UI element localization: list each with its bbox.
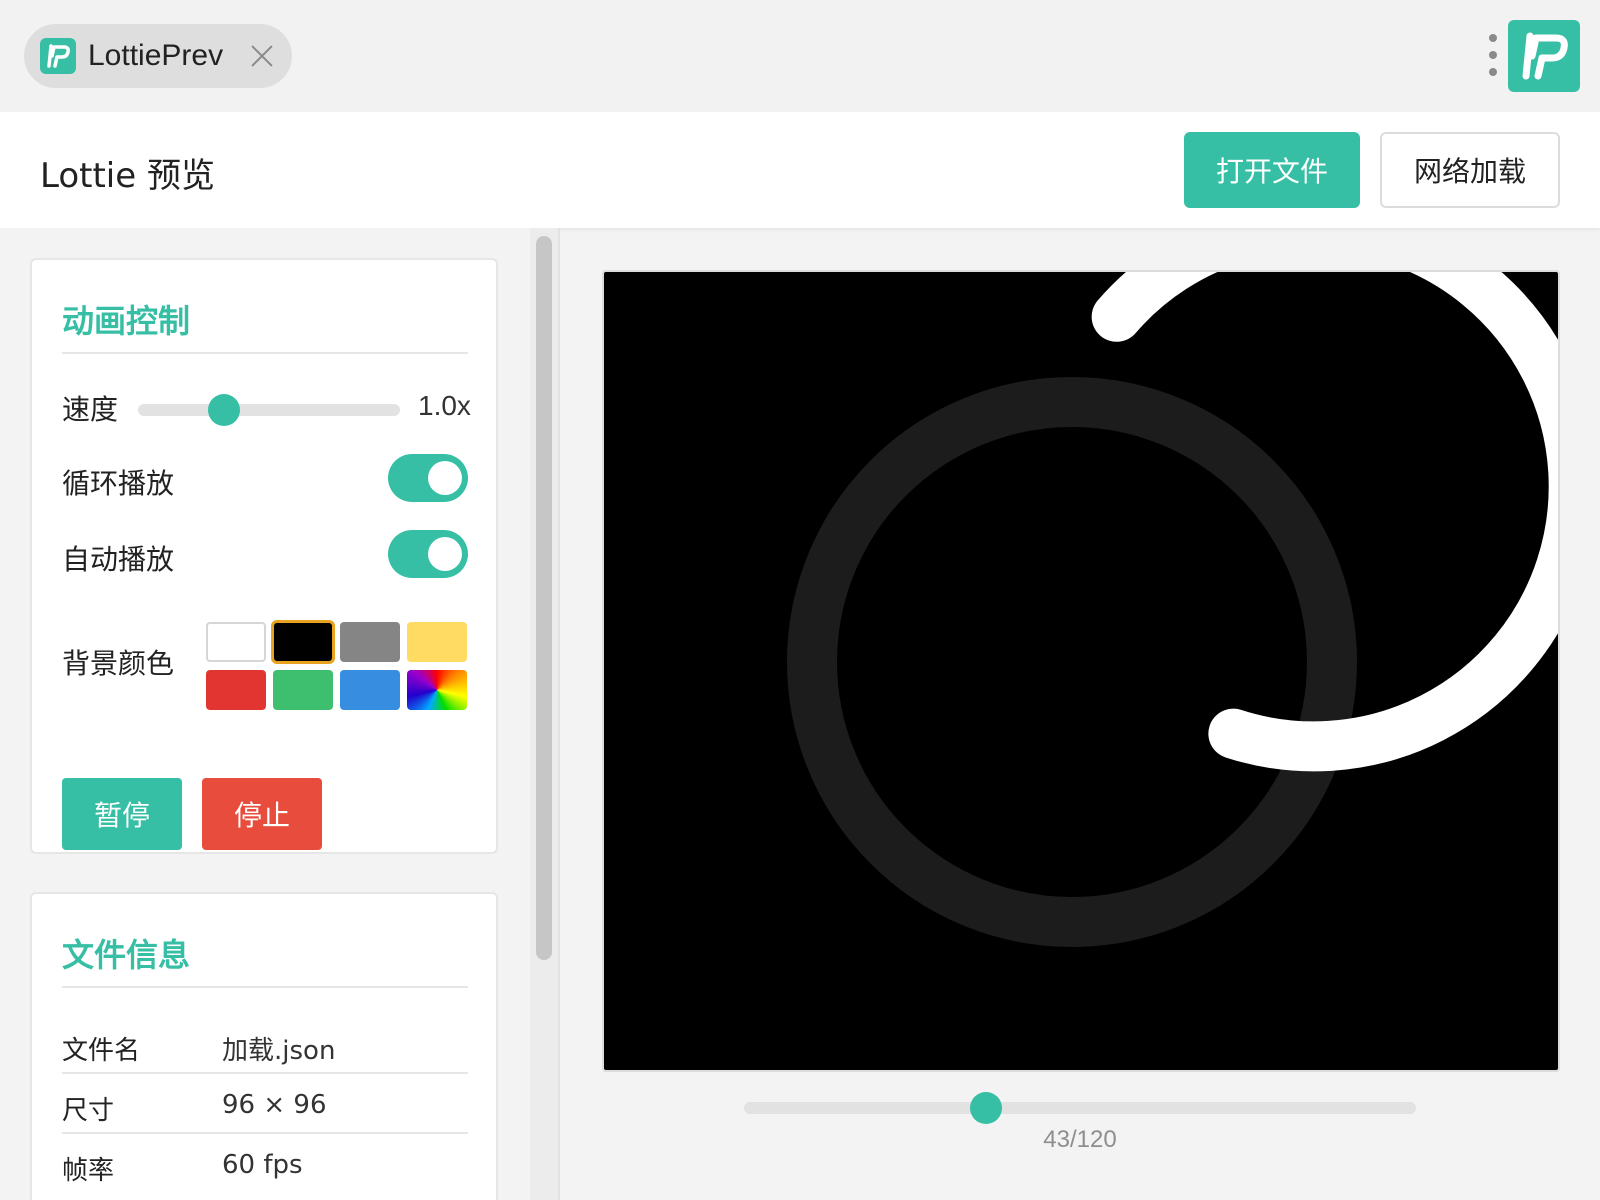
animation-control-card: 动画控制 速度 1.0x 循环播放 自动播放 背景颜色 暂停 停止	[30, 258, 498, 854]
page-header: Lottie 预览 打开文件 网络加载	[0, 112, 1600, 228]
loop-label: 循环播放	[62, 467, 175, 500]
swatch-green[interactable]	[273, 670, 333, 710]
control-sidebar: 动画控制 速度 1.0x 循环播放 自动播放 背景颜色 暂停 停止 文件信息 文…	[0, 228, 530, 1200]
app-logo-icon[interactable]	[1508, 20, 1580, 92]
file-info-card: 文件信息 文件名 加载.json 尺寸 96 × 96 帧率 60 fps	[30, 892, 498, 1200]
swatch-rainbow[interactable]	[407, 670, 467, 710]
pause-button[interactable]: 暂停	[62, 778, 182, 850]
lottieprev-logo-icon	[40, 38, 76, 74]
open-file-button[interactable]: 打开文件	[1184, 132, 1360, 208]
tab-lottieprev[interactable]: LottiePrev	[24, 24, 292, 88]
tab-bar: LottiePrev	[0, 0, 1600, 112]
speed-slider[interactable]	[138, 394, 400, 426]
background-color-label: 背景颜色	[62, 647, 175, 680]
more-menu-icon[interactable]	[1488, 34, 1498, 76]
close-icon[interactable]	[248, 42, 276, 70]
autoplay-toggle[interactable]	[388, 530, 468, 578]
swatch-yellow[interactable]	[407, 622, 467, 662]
swatch-black[interactable]	[271, 620, 335, 664]
swatch-red[interactable]	[206, 670, 266, 710]
timeline-slider-thumb[interactable]	[969, 1092, 1002, 1124]
stop-button[interactable]: 停止	[202, 778, 322, 850]
info-key: 尺寸	[62, 1096, 115, 1126]
info-value: 加载.json	[222, 1036, 336, 1066]
loading-ring-animation	[787, 201, 1599, 947]
timeline-slider[interactable]	[744, 1092, 1416, 1124]
speed-value: 1.0x	[418, 390, 471, 421]
speed-slider-thumb[interactable]	[208, 394, 241, 426]
info-row-filename: 文件名 加载.json	[62, 1014, 468, 1074]
swatch-white[interactable]	[206, 622, 266, 662]
info-value: 60 fps	[222, 1150, 303, 1180]
divider	[62, 352, 468, 354]
tab-title: LottiePrev	[88, 39, 224, 72]
animation-control-title: 动画控制	[62, 302, 191, 340]
pane-splitter[interactable]	[558, 228, 560, 1200]
autoplay-label: 自动播放	[62, 543, 175, 576]
info-key: 帧率	[62, 1156, 115, 1186]
speed-label: 速度	[62, 393, 119, 426]
file-info-title: 文件信息	[62, 936, 191, 974]
animation-preview-canvas	[602, 201, 1599, 1072]
info-key: 文件名	[62, 1036, 141, 1066]
swatch-gray[interactable]	[340, 622, 400, 662]
sidebar-scrollbar-thumb[interactable]	[536, 236, 552, 960]
info-row-framerate: 帧率 60 fps	[62, 1134, 468, 1194]
info-row-size: 尺寸 96 × 96	[62, 1074, 468, 1134]
swatch-blue[interactable]	[340, 670, 400, 710]
network-load-button[interactable]: 网络加载	[1380, 132, 1560, 208]
info-value: 96 × 96	[222, 1090, 327, 1120]
divider	[62, 986, 468, 988]
loop-toggle[interactable]	[388, 454, 468, 502]
page-title: Lottie 预览	[40, 156, 215, 196]
frame-counter: 43/120	[1043, 1126, 1117, 1153]
